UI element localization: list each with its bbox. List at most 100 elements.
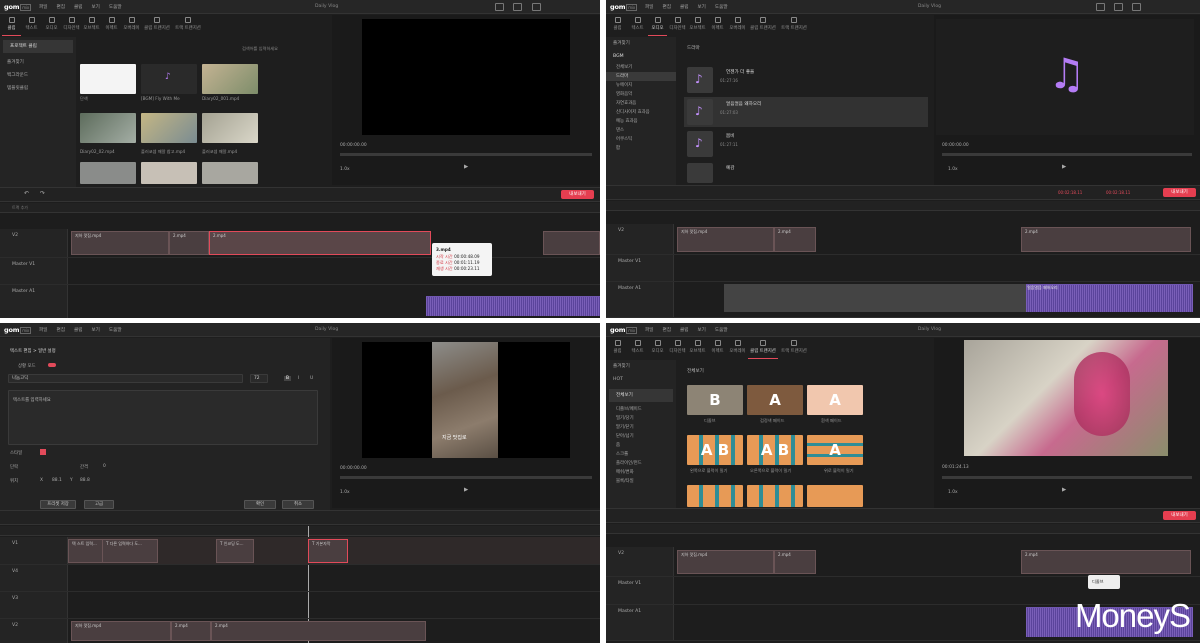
export-button[interactable]: 내보내기 <box>1163 511 1196 520</box>
menu-help[interactable]: 도움말 <box>715 4 728 10</box>
text-clip[interactable]: T 다른 입력하다 도... <box>102 539 158 563</box>
italic-button[interactable]: I <box>298 376 299 381</box>
clip-thumb-diary01[interactable] <box>202 64 258 94</box>
seek-bar[interactable] <box>942 153 1192 156</box>
transition-card[interactable]: A <box>807 435 863 465</box>
clip-thumb-bgm[interactable]: ♪ <box>141 64 197 94</box>
menu-clip[interactable]: 클립 <box>680 4 688 10</box>
bold-button[interactable]: B <box>284 376 292 381</box>
menu-file[interactable]: 파일 <box>39 4 47 10</box>
video-clip[interactable]: 지하 맛집.mp4 <box>677 227 774 252</box>
category-item[interactable]: 신디사이저 효과음 <box>606 108 676 117</box>
transition-card[interactable]: B <box>687 385 743 415</box>
tab-track-transition[interactable]: 트랙 트랜지션 <box>173 15 203 36</box>
tab-effect[interactable]: 이펙트 <box>708 338 727 359</box>
clip-thumb-diary02[interactable] <box>80 113 136 143</box>
seek-bar[interactable] <box>942 476 1192 479</box>
zoom-level[interactable]: 1.0x <box>340 490 350 495</box>
transition-card[interactable] <box>747 485 803 507</box>
search-input[interactable]: 검색어를 입력하세요 <box>242 46 278 52</box>
tab-clip-transition[interactable]: 클립 트랜지션 <box>748 338 778 359</box>
menu-help[interactable]: 도움말 <box>715 327 728 333</box>
tab-design-text[interactable]: 디자인텍 <box>668 338 687 359</box>
calendar-icon[interactable] <box>532 3 541 11</box>
tab-effect[interactable]: 이펙트 <box>708 15 727 36</box>
video-clip[interactable]: 2.mp4 <box>211 621 426 641</box>
globe-icon[interactable] <box>1114 3 1123 11</box>
preset-save-button[interactable]: 프리셋 저장 <box>40 500 76 509</box>
category-item[interactable]: 메쉬/변화 <box>606 468 676 477</box>
video-clip-selected[interactable]: 2.mp4 <box>209 231 431 255</box>
category-item[interactable]: 뉴에이지 <box>606 81 676 90</box>
clip-thumb[interactable] <box>80 162 136 184</box>
sidebar-item-background[interactable]: 백그라운드 <box>0 69 76 82</box>
tab-effect[interactable]: 이펙트 <box>102 15 121 36</box>
text-clip-selected[interactable]: T 기본자막 <box>308 539 348 563</box>
clip-thumb-sample[interactable] <box>141 113 197 143</box>
tab-overlay[interactable]: 오버레이 <box>728 338 747 359</box>
sync-icon[interactable] <box>495 3 504 11</box>
mode-toggle[interactable] <box>48 363 56 367</box>
underline-button[interactable]: U <box>310 376 313 381</box>
song-row[interactable]: ♪ 언젠가 더 좋을 01:27:16 <box>684 65 928 95</box>
gap-value[interactable]: 0 <box>103 464 106 469</box>
category-item[interactable]: 예능 효과음 <box>606 117 676 126</box>
category-item[interactable]: 댄스 <box>606 126 676 135</box>
tab-clip-transition[interactable]: 클립 트랜지션 <box>142 15 172 36</box>
undo-icon[interactable]: ↶ <box>24 190 29 197</box>
text-clip[interactable]: T 인코딩 도... <box>216 539 254 563</box>
category-item[interactable]: 팝 <box>606 144 676 153</box>
category-item[interactable]: 디졸브/페이드 <box>606 405 676 414</box>
tab-design-text[interactable]: 디자인텍 <box>668 15 687 36</box>
play-icon[interactable]: ▶ <box>464 164 468 170</box>
seek-bar[interactable] <box>340 476 592 479</box>
tab-audio[interactable]: 오디오 <box>648 338 667 359</box>
video-clip[interactable] <box>543 231 600 255</box>
calendar-icon[interactable] <box>1132 3 1141 11</box>
font-size-input[interactable]: 72 <box>250 374 268 383</box>
sidebar-item-project-clips[interactable]: 프로젝트 클립 <box>3 40 73 53</box>
video-clip[interactable]: 2.mp4 <box>169 231 209 255</box>
menu-clip[interactable]: 클립 <box>74 327 82 333</box>
clip-thumb-sample2[interactable] <box>202 113 258 143</box>
menu-help[interactable]: 도움말 <box>109 327 122 333</box>
menu-view[interactable]: 보기 <box>91 327 99 333</box>
category-item[interactable]: 줌 <box>606 441 676 450</box>
sidebar-item-template[interactable]: 템플릿클립 <box>0 82 76 95</box>
song-row[interactable]: ♪ 봄비 01:27:11 <box>684 129 928 159</box>
sidebar-item-favorites[interactable]: 즐겨찾기 <box>606 360 676 373</box>
tab-audio[interactable]: 오디오 <box>648 15 667 36</box>
tab-text[interactable]: 텍스트 <box>628 15 647 36</box>
tab-object[interactable]: 오브젝트 <box>82 15 101 36</box>
transition-card[interactable] <box>687 485 743 507</box>
tab-object[interactable]: 오브젝트 <box>688 15 707 36</box>
video-clip[interactable]: 지하 맛집.mp4 <box>71 621 171 641</box>
menu-edit[interactable]: 편집 <box>663 4 671 10</box>
category-item[interactable]: 블록/타일 <box>606 477 676 486</box>
confirm-button[interactable]: 확인 <box>244 500 276 509</box>
audio-waveform[interactable]: 얼음얼음 왜하오리 <box>1026 284 1193 312</box>
video-clip[interactable]: 2.mp4 <box>1021 227 1191 252</box>
category-item[interactable]: 자연효과음 <box>606 99 676 108</box>
menu-view[interactable]: 보기 <box>697 4 705 10</box>
menu-edit[interactable]: 편집 <box>663 327 671 333</box>
song-row[interactable]: 예감 <box>684 161 928 183</box>
advanced-button[interactable]: 고급 <box>84 500 114 509</box>
cancel-button[interactable]: 취소 <box>282 500 314 509</box>
font-select[interactable]: 나눔고딕 <box>8 374 243 383</box>
zoom-level[interactable]: 1.0x <box>948 490 958 495</box>
tab-track-transition[interactable]: 트랙 트랜지션 <box>779 338 809 359</box>
menu-help[interactable]: 도움말 <box>109 4 122 10</box>
menu-file[interactable]: 파일 <box>645 4 653 10</box>
video-clip[interactable]: 2.mp4 <box>171 621 211 641</box>
tab-overlay[interactable]: 오버레이 <box>122 15 141 36</box>
transition-card[interactable]: A B <box>687 435 743 465</box>
tab-text[interactable]: 텍스트 <box>22 15 41 36</box>
transition-card[interactable]: A <box>747 385 803 415</box>
export-button[interactable]: 내보내기 <box>1163 188 1196 197</box>
sync-icon[interactable] <box>1096 3 1105 11</box>
transition-card[interactable] <box>807 485 863 507</box>
transition-card[interactable]: A <box>807 385 863 415</box>
category-item[interactable]: 플라이인/펀드 <box>606 459 676 468</box>
category-item[interactable]: 어쿠스틱 <box>606 135 676 144</box>
